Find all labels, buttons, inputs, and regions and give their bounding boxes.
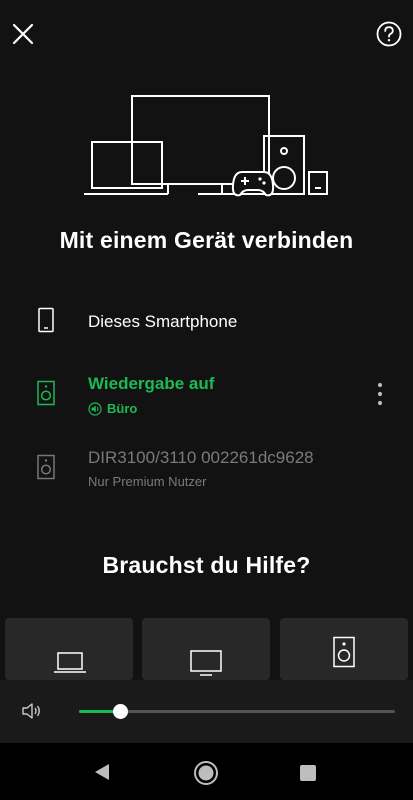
help-card-laptop[interactable] xyxy=(5,618,133,680)
device-row-premium-only: DIR3100/3110 002261dc9628 Nur Premium Nu… xyxy=(0,440,413,500)
system-nav-bar xyxy=(0,743,413,800)
volume-thumb[interactable] xyxy=(113,704,129,719)
playing-speaker-icon xyxy=(88,402,102,421)
help-circle-icon[interactable] xyxy=(375,20,403,48)
speaker-icon xyxy=(36,454,56,485)
device-row-active[interactable]: Wiedergabe auf Büro xyxy=(0,364,413,424)
volume-slider[interactable] xyxy=(79,704,395,719)
speaker-icon xyxy=(36,380,56,411)
close-icon[interactable] xyxy=(9,20,37,48)
laptop-icon xyxy=(54,650,86,681)
help-title: Brauchst du Hilfe? xyxy=(102,552,311,578)
help-card-tv[interactable] xyxy=(142,618,270,680)
volume-icon[interactable] xyxy=(21,701,43,726)
devices-illustration xyxy=(80,90,340,202)
device-name: Wiedergabe auf xyxy=(88,374,215,393)
tv-icon xyxy=(190,649,222,682)
device-subtitle: Nur Premium Nutzer xyxy=(88,474,207,489)
device-subtitle: Büro xyxy=(107,401,138,416)
help-card-speaker[interactable] xyxy=(280,618,408,680)
device-row-smartphone[interactable]: Dieses Smartphone xyxy=(0,294,413,350)
device-name: DIR3100/3110 002261dc9628 xyxy=(88,448,314,467)
smartphone-icon xyxy=(36,307,56,338)
home-icon[interactable] xyxy=(193,760,219,791)
volume-bar xyxy=(0,680,413,743)
recents-icon[interactable] xyxy=(299,764,317,787)
page-title: Mit einem Gerät verbinden xyxy=(59,227,354,253)
more-vertical-icon[interactable] xyxy=(370,380,390,408)
device-name: Dieses Smartphone xyxy=(88,312,238,331)
back-icon[interactable] xyxy=(93,763,111,786)
speaker-icon xyxy=(332,636,356,673)
